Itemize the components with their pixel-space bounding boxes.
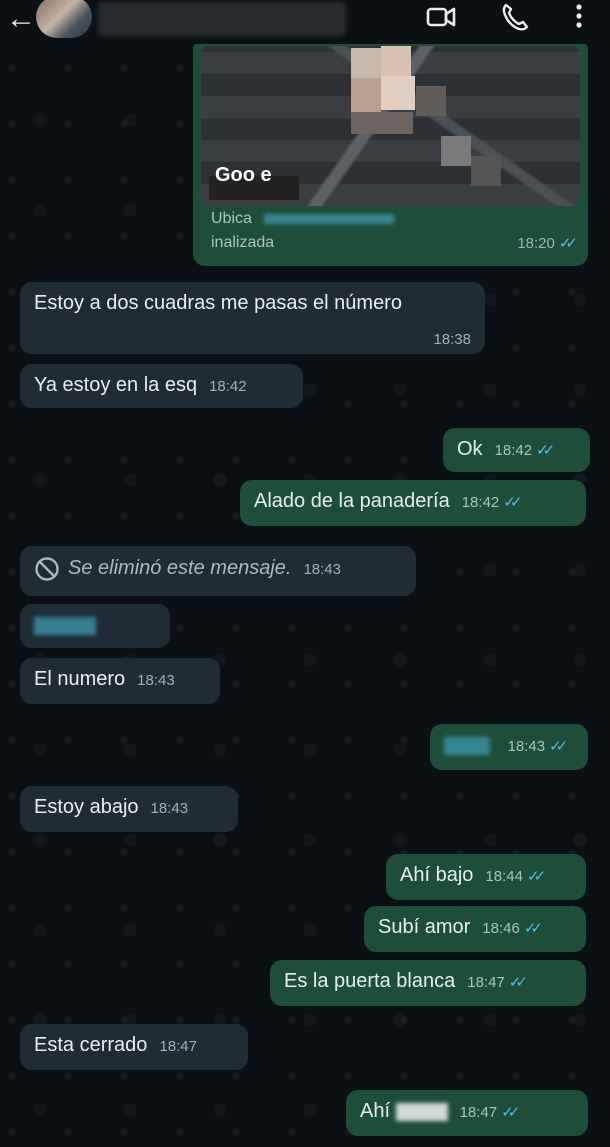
message-time: 18:43 [137, 672, 175, 689]
read-receipt-icon: ✓✓ [549, 738, 568, 755]
message-bubble-incoming[interactable]: El numero 18:43 [20, 658, 220, 704]
message-text: Subí amor [378, 916, 471, 938]
message-time: 18:38 [433, 331, 471, 348]
read-receipt-icon: ✓✓ [503, 494, 522, 511]
map-watermark: Goo e [215, 164, 272, 186]
contact-name-redacted[interactable] [98, 2, 346, 36]
prohibited-icon [35, 557, 59, 581]
location-address-line1: Ubica [211, 210, 395, 228]
deleted-message-bubble[interactable]: Se eliminó este mensaje. 18:43 [20, 546, 416, 596]
message-time: 18:43 [150, 800, 189, 817]
read-receipt-icon: ✓✓ [536, 442, 555, 459]
location-message[interactable]: Goo e Ubica inalizada 18:20 ✓✓ [193, 38, 588, 266]
message-bubble-outgoing[interactable]: Alado de la panadería 18:42 ✓✓ [240, 480, 586, 526]
avatar[interactable] [36, 0, 92, 38]
message-time: 18:47 [159, 1038, 197, 1055]
message-meta: 18:47 ✓✓ [459, 1104, 521, 1121]
message-bubble-incoming[interactable]: Ya estoy en la esq 18:42 [20, 364, 303, 408]
redacted-address [264, 213, 395, 224]
read-receipt-icon: ✓✓ [558, 235, 578, 252]
message-text: Ahí bajo [400, 864, 474, 886]
message-bubble-incoming[interactable]: Esta cerrado 18:47 [20, 1024, 248, 1070]
read-receipt-icon: ✓✓ [501, 1104, 520, 1121]
message-text: Se eliminó este mensaje. [68, 557, 292, 580]
message-bubble-outgoing[interactable]: 18:43 ✓✓ [430, 724, 588, 770]
message-bubble-incoming[interactable] [20, 604, 170, 648]
message-time: 18:43 [303, 561, 341, 579]
message-meta: 18:44 ✓✓ [485, 868, 546, 885]
message-bubble-outgoing[interactable]: Ok 18:42 ✓✓ [443, 428, 590, 472]
message-bubble-incoming[interactable]: Estoy a dos cuadras me pasas el número 1… [20, 282, 485, 354]
redacted-content [444, 736, 490, 755]
message-meta: 18:46 ✓✓ [482, 920, 543, 937]
message-meta: 18:42 ✓✓ [494, 442, 556, 459]
message-meta: 18:42 ✓✓ [461, 494, 523, 511]
message-bubble-incoming[interactable]: Estoy abajo 18:43 [20, 786, 238, 832]
video-call-icon[interactable] [424, 0, 458, 34]
read-receipt-icon: ✓✓ [523, 920, 543, 937]
message-text: Estoy abajo [34, 796, 139, 818]
message-time: 18:42 [209, 378, 247, 395]
message-meta: 18:20 ✓✓ [517, 235, 578, 252]
redacted-content [34, 616, 96, 635]
read-receipt-icon: ✓✓ [526, 868, 546, 885]
message-bubble-outgoing[interactable]: Es la puerta blanca 18:47 ✓✓ [270, 960, 586, 1006]
read-receipt-icon: ✓✓ [508, 974, 528, 991]
message-bubble-outgoing[interactable]: Subí amor 18:46 ✓✓ [364, 906, 586, 952]
message-bubble-outgoing[interactable]: Ahí bajo 18:44 ✓✓ [386, 854, 586, 900]
message-bubble-outgoing[interactable]: Ahí 18:47 ✓✓ [346, 1090, 588, 1136]
message-meta: 18:43 ✓✓ [507, 738, 569, 755]
message-text: Estoy a dos cuadras me pasas el número [34, 292, 402, 314]
arrow-left-icon[interactable]: ← [6, 4, 36, 34]
message-text: Ok [457, 438, 483, 460]
message-meta: 18:47 ✓✓ [467, 974, 528, 991]
location-map-preview[interactable]: Goo e [201, 46, 580, 206]
message-text: Ahí [360, 1100, 391, 1122]
more-vertical-icon[interactable] [562, 0, 596, 34]
message-text: Ya estoy en la esq [34, 374, 198, 396]
chat-header: ← [0, 0, 610, 44]
message-text: El numero [34, 668, 126, 690]
message-text: Esta cerrado [34, 1034, 148, 1056]
message-text: Alado de la panadería [254, 490, 450, 512]
location-address-line2: inalizada [211, 234, 275, 251]
phone-icon[interactable] [498, 0, 532, 34]
message-text: Es la puerta blanca [284, 970, 456, 992]
redacted-content [395, 1102, 448, 1121]
